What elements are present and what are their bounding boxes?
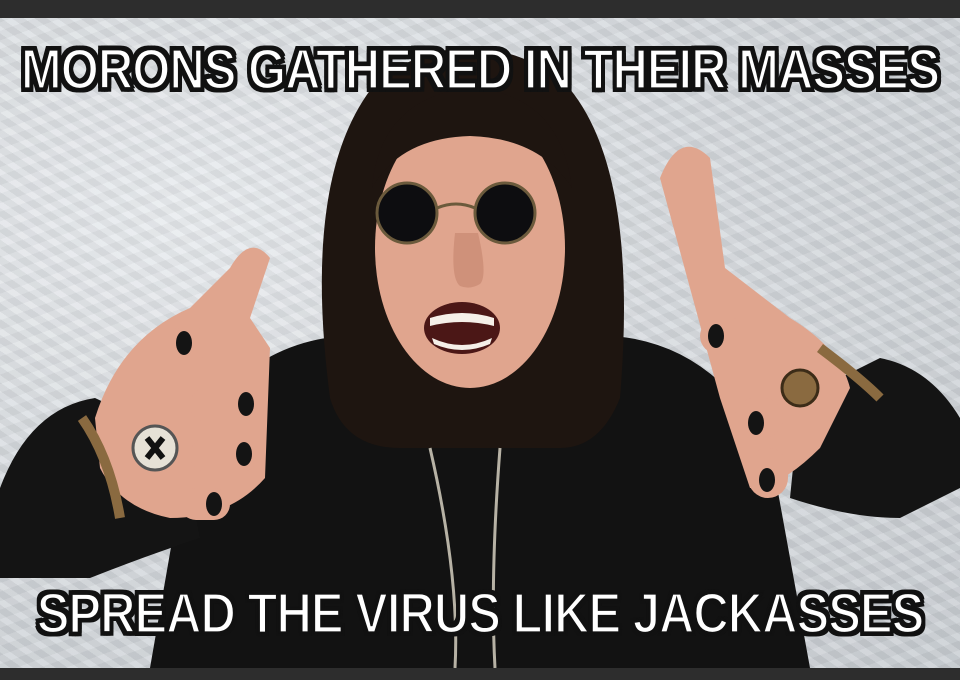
bottom-caption: SPREAD THE VIRUS LIKE JACKASSES xyxy=(36,582,926,646)
top-caption: MORONS GATHERED IN THEIR MASSES xyxy=(20,38,941,102)
nose xyxy=(453,233,484,288)
left-hand xyxy=(77,247,270,520)
shouting-man-illustration xyxy=(0,48,960,668)
meme-photo: MORONS GATHERED IN THEIR MASSES SPREAD T… xyxy=(0,18,960,668)
meme-image: MORONS GATHERED IN THEIR MASSES SPREAD T… xyxy=(0,0,960,680)
